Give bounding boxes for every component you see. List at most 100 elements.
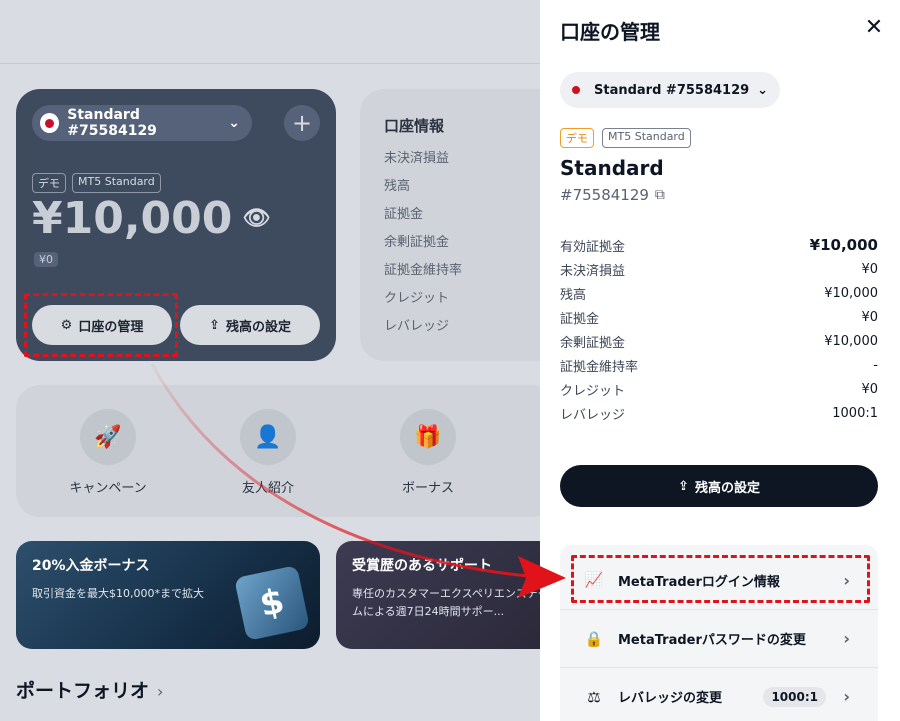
detail-value: 1000:1 — [832, 405, 878, 421]
detail-label: 未決済損益 — [560, 263, 626, 279]
quick-action-label: ボーナス — [401, 481, 454, 496]
detail-label: 証拠金維持率 — [560, 359, 639, 375]
dollar-cube-icon: $ — [234, 565, 310, 641]
detail-value: ¥0 — [861, 381, 878, 397]
account-number-row: #75584129 ⧉ — [560, 186, 665, 204]
user-plus-icon: 👤 — [240, 409, 296, 465]
scale-icon: ⚖ — [587, 687, 601, 706]
detail-row: 証拠金 ¥0 — [560, 305, 878, 329]
account-details: 有効証拠金 ¥10,000 未決済損益 ¥0 残高 ¥10,000 証拠金 ¥0 余剰証… — [560, 233, 878, 425]
quick-action-label: キャンペーン — [69, 481, 147, 496]
detail-label: クレジット — [560, 383, 626, 399]
sub-balance-badge: ¥0 — [34, 252, 58, 267]
detail-row: レバレッジ 1000:1 — [560, 401, 878, 425]
detail-label: 有効証拠金 — [560, 239, 626, 255]
japan-flag-icon — [40, 113, 60, 133]
detail-row: 有効証拠金 ¥10,000 — [560, 233, 878, 257]
detail-row: 余剰証拠金 ¥10,000 — [560, 329, 878, 353]
background-page: Standard #75584129 ⌄ + デモ MT5 Standard ¥… — [0, 0, 540, 721]
highlight-metatrader-login — [571, 555, 870, 603]
detail-row: クレジット ¥0 — [560, 377, 878, 401]
panel-set-balance-label: 残高の設定 — [694, 480, 760, 496]
detail-row: 未決済損益 ¥0 — [560, 257, 878, 281]
promo-banner-bonus[interactable]: 20%入金ボーナス 取引資金を最大$10,000*まで拡大 $ — [16, 541, 320, 649]
menu-item-leverage[interactable]: ⚖ レバレッジの変更 1000:1 › — [560, 667, 878, 721]
detail-value: ¥10,000 — [824, 285, 878, 301]
panel-account-selector[interactable]: Standard #75584129 ⌄ — [560, 72, 780, 108]
lock-icon: 🔒 — [584, 629, 604, 648]
gift-icon: 🎁 — [400, 409, 456, 465]
portfolio-heading[interactable]: ポートフォリオ › — [16, 676, 163, 703]
chevron-down-icon: ⌄ — [228, 115, 240, 131]
detail-label: 残高 — [560, 287, 587, 303]
top-bar — [0, 0, 540, 64]
quick-action-label: 友人紹介 — [241, 481, 294, 496]
detail-value: ¥0 — [861, 309, 878, 325]
menu-item-label: MetaTraderパスワードの変更 — [618, 633, 806, 648]
leverage-badge: 1000:1 — [763, 686, 826, 707]
promo-subtitle: 取引資金を最大$10,000*まで拡大 — [32, 587, 204, 600]
promo-subtitle: 専任のカスタマーエクスペリエンスチームによる週7日24時間サポー... — [352, 587, 540, 618]
detail-value: - — [873, 357, 878, 373]
panel-account-selector-label: Standard #75584129 — [594, 82, 750, 98]
account-tags: デモ MT5 Standard — [32, 173, 161, 193]
chevron-right-icon: › — [157, 682, 164, 701]
account-info-title: 口座情報 — [384, 117, 445, 135]
info-item: 残高 — [384, 179, 411, 194]
set-balance-label: 残高の設定 — [225, 319, 291, 335]
platform-tag: MT5 Standard — [72, 173, 161, 193]
account-name: Standard — [560, 156, 664, 180]
menu-item-metatrader-password[interactable]: 🔒 MetaTraderパスワードの変更 › — [560, 609, 878, 667]
detail-row: 残高 ¥10,000 — [560, 281, 878, 305]
demo-tag: デモ — [560, 128, 594, 148]
detail-label: レバレッジ — [560, 407, 626, 423]
platform-tag: MT5 Standard — [602, 128, 691, 148]
panel-set-balance-button[interactable]: ⇪ 残高の設定 — [560, 465, 878, 507]
account-selector-label: Standard #75584129 — [67, 107, 157, 139]
detail-row: 証拠金維持率 - — [560, 353, 878, 377]
quick-action-campaign[interactable]: 🚀 キャンペーン — [48, 409, 168, 496]
account-info-card: 口座情報 未決済損益 残高 証拠金 余剰証拠金 証拠金維持率 クレジット レバレ… — [360, 89, 540, 361]
menu-item-label: レバレッジの変更 — [618, 691, 723, 706]
eye-icon[interactable]: 👁 — [242, 206, 270, 231]
chevron-down-icon: ⌄ — [757, 82, 768, 98]
info-item: 証拠金 — [384, 207, 424, 222]
quick-actions-card: 🚀 キャンペーン 👤 友人紹介 🎁 ボーナス — [16, 385, 540, 517]
copy-icon[interactable]: ⧉ — [655, 187, 665, 203]
account-number: #75584129 — [560, 186, 649, 204]
detail-value: ¥10,000 — [824, 333, 878, 349]
detail-value: ¥10,000 — [809, 236, 878, 254]
quick-action-bonus[interactable]: 🎁 ボーナス — [368, 409, 488, 496]
panel-title: 口座の管理 — [560, 20, 660, 44]
upload-icon: ⇪ — [678, 478, 689, 494]
demo-tag: デモ — [32, 173, 66, 193]
detail-value: ¥0 — [861, 261, 878, 277]
status-dot-icon — [572, 86, 580, 94]
promo-title: 20%入金ボーナス — [32, 558, 150, 574]
info-item: クレジット — [384, 291, 450, 306]
close-icon[interactable]: ✕ — [862, 16, 886, 40]
account-info-list: 未決済損益 残高 証拠金 余剰証拠金 証拠金維持率 クレジット レバレッジ — [384, 147, 462, 343]
promo-banner-support[interactable]: 受賞歴のあるサポート 専任のカスタマーエクスペリエンスチームによる週7日24時間… — [336, 541, 540, 649]
promo-title: 受賞歴のあるサポート — [352, 558, 492, 574]
highlight-manage-button — [24, 293, 178, 357]
rocket-icon: 🚀 — [80, 409, 136, 465]
info-item: 余剰証拠金 — [384, 235, 450, 250]
chevron-right-icon: › — [843, 629, 850, 648]
chevron-right-icon: › — [843, 687, 850, 706]
add-account-button[interactable]: + — [284, 105, 320, 141]
info-item: 証拠金維持率 — [384, 263, 463, 278]
info-item: 未決済損益 — [384, 151, 450, 166]
balance-value: ¥10,000 — [32, 193, 233, 244]
account-management-panel: 口座の管理 ✕ Standard #75584129 ⌄ デモ MT5 Stan… — [540, 0, 900, 721]
account-selector[interactable]: Standard #75584129 ⌄ — [32, 105, 252, 141]
set-balance-button[interactable]: ⇪ 残高の設定 — [180, 305, 320, 345]
panel-tags: デモ MT5 Standard — [560, 128, 691, 148]
detail-label: 余剰証拠金 — [560, 335, 626, 351]
upload-icon: ⇪ — [209, 317, 220, 333]
info-item: レバレッジ — [384, 319, 450, 334]
portfolio-title: ポートフォリオ — [16, 680, 150, 702]
balance-display: ¥10,000 👁 — [32, 193, 270, 244]
quick-action-referral[interactable]: 👤 友人紹介 — [208, 409, 328, 496]
detail-label: 証拠金 — [560, 311, 600, 327]
